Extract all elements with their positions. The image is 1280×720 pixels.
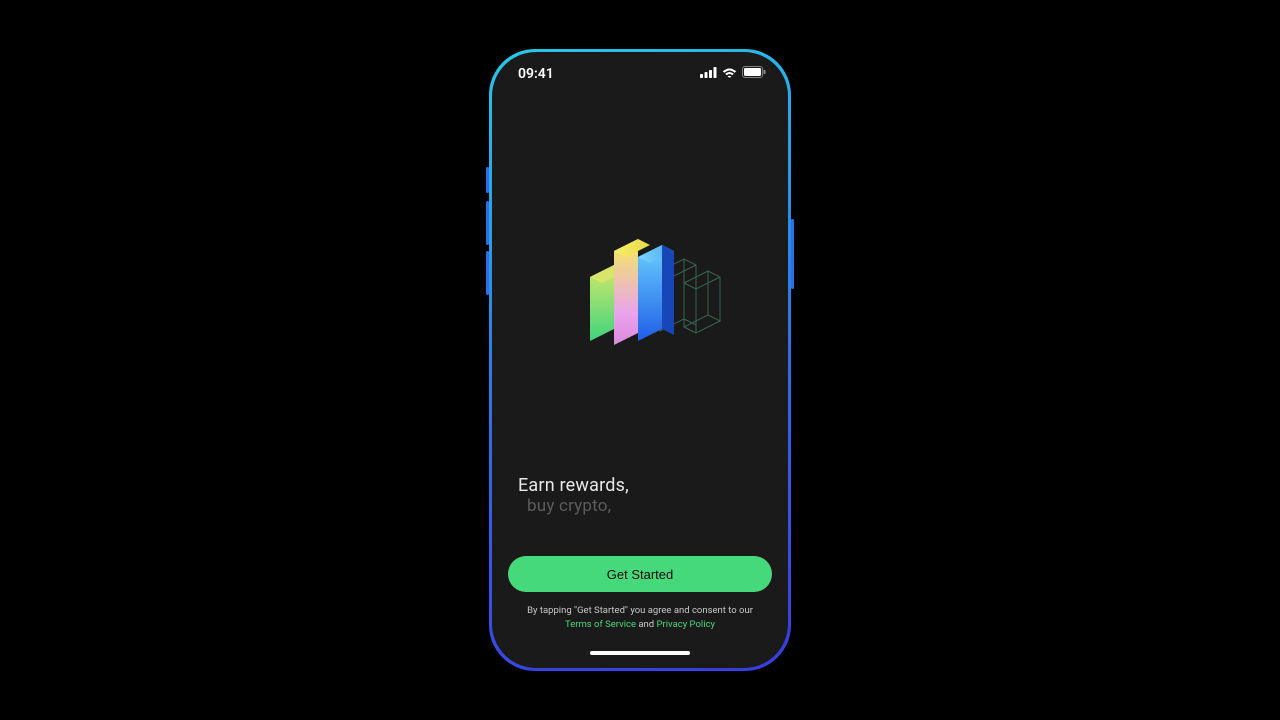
phone-frame: 09:41 xyxy=(489,49,791,671)
status-time: 09:41 xyxy=(518,66,554,82)
privacy-policy-link[interactable]: Privacy Policy xyxy=(657,619,715,630)
hero-illustration xyxy=(550,221,730,361)
battery-icon xyxy=(742,66,766,82)
tagline-line-2: buy crypto, xyxy=(518,496,762,516)
tagline: Earn rewards, buy crypto, xyxy=(508,475,772,556)
status-icons xyxy=(700,66,766,82)
legal-and: and xyxy=(636,619,656,630)
status-bar: 09:41 xyxy=(492,52,788,96)
terms-of-service-link[interactable]: Terms of Service xyxy=(565,619,636,630)
legal-text: By tapping "Get Started" you agree and c… xyxy=(508,604,772,632)
legal-prefix: By tapping "Get Started" you agree and c… xyxy=(527,605,753,616)
phone-side-button xyxy=(486,167,489,193)
get-started-button[interactable]: Get Started xyxy=(508,556,772,592)
home-indicator[interactable] xyxy=(492,638,788,668)
get-started-label: Get Started xyxy=(607,567,673,582)
phone-screen: 09:41 xyxy=(492,52,788,668)
onboarding-content: Earn rewards, buy crypto, Get Started By… xyxy=(492,96,788,638)
phone-power-button xyxy=(791,219,794,289)
phone-volume-up xyxy=(486,201,489,245)
phone-volume-down xyxy=(486,251,489,295)
hero-wrap xyxy=(508,96,772,475)
wifi-icon xyxy=(722,66,737,82)
signal-icon xyxy=(700,66,717,82)
tagline-line-1: Earn rewards, xyxy=(518,475,762,496)
